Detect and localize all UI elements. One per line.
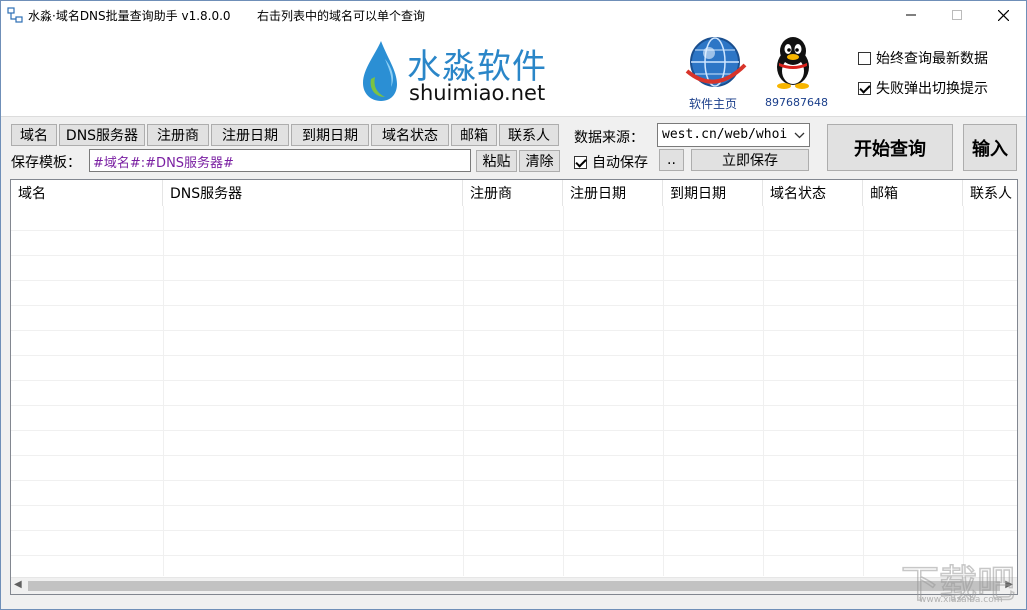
column-divider (763, 206, 764, 576)
input-button[interactable]: 输入 (963, 124, 1017, 171)
maximize-icon (952, 10, 962, 20)
column-divider (463, 206, 464, 576)
check-fail-prompt-label: 失败弹出切换提示 (876, 81, 988, 97)
auto-save-toggle[interactable]: 自动保存 (574, 152, 648, 172)
column-header-dns[interactable]: DNS服务器 (163, 180, 463, 206)
clear-button[interactable]: 清除 (519, 150, 560, 172)
table-row[interactable] (11, 456, 1017, 481)
table-row[interactable] (11, 206, 1017, 231)
title-hint: 右击列表中的域名可以单个查询 (257, 9, 426, 23)
column-header-email[interactable]: 邮箱 (863, 180, 963, 206)
close-button[interactable] (980, 1, 1026, 29)
column-divider (963, 206, 964, 576)
qq-number[interactable]: 897687648 (765, 96, 828, 109)
column-divider (563, 206, 564, 576)
table-header: 域名 DNS服务器 注册商 注册日期 到期日期 域名状态 邮箱 联系人 (11, 180, 1017, 206)
check-fail-prompt-checkbox[interactable] (858, 81, 871, 95)
column-header-exp-date[interactable]: 到期日期 (663, 180, 763, 206)
paste-button[interactable]: 粘贴 (476, 150, 517, 172)
field-button-registrar[interactable]: 注册商 (147, 124, 209, 146)
save-now-button[interactable]: 立即保存 (691, 149, 809, 171)
table-row[interactable] (11, 331, 1017, 356)
table-row[interactable] (11, 381, 1017, 406)
maximize-button[interactable] (934, 1, 980, 29)
scroll-left-icon[interactable]: ◀ (14, 579, 22, 590)
source-label: 数据来源： (574, 130, 644, 146)
field-button-email[interactable]: 邮箱 (451, 124, 497, 146)
auto-save-label: 自动保存 (592, 155, 648, 171)
homepage-label[interactable]: 软件主页 (689, 95, 737, 112)
column-header-registrar[interactable]: 注册商 (463, 180, 563, 206)
chevron-down-icon (794, 132, 805, 139)
check-latest-data[interactable]: 始终查询最新数据 (858, 48, 988, 68)
watermark-text: www.xiazaiba.com (919, 595, 1003, 605)
column-header-domain[interactable]: 域名 (11, 180, 163, 206)
check-fail-prompt[interactable]: 失败弹出切换提示 (858, 78, 988, 98)
close-icon (997, 9, 1009, 21)
column-divider (163, 206, 164, 576)
column-header-reg-date[interactable]: 注册日期 (563, 180, 663, 206)
table-row[interactable] (11, 531, 1017, 556)
horizontal-scrollbar[interactable]: ◀ ▶ (11, 577, 1017, 594)
minimize-icon (906, 14, 916, 16)
table-row[interactable] (11, 431, 1017, 456)
window-title: 水淼·域名DNS批量查询助手 v1.8.0.0 (28, 9, 231, 23)
minimize-button[interactable] (888, 1, 934, 29)
column-divider (863, 206, 864, 576)
table-row[interactable] (11, 256, 1017, 281)
header-banner: 水淼软件 shuimiao.net 软件主页 897687648 始终查询最新数… (1, 29, 1026, 117)
title-bar: 水淼·域名DNS批量查询助手 v1.8.0.0 右击列表中的域名可以单个查询 (1, 1, 1026, 29)
water-drop-logo-icon (363, 41, 397, 101)
field-button-domain[interactable]: 域名 (11, 124, 57, 146)
field-button-contact[interactable]: 联系人 (499, 124, 559, 146)
template-label: 保存模板： (11, 155, 81, 171)
browse-button[interactable]: .. (659, 149, 684, 171)
table-row[interactable] (11, 506, 1017, 531)
results-table[interactable]: 域名 DNS服务器 注册商 注册日期 到期日期 域名状态 邮箱 联系人 ◀ ▶ (10, 179, 1018, 595)
table-row[interactable] (11, 281, 1017, 306)
column-header-status[interactable]: 域名状态 (763, 180, 863, 206)
source-dropdown[interactable]: west.cn/web/whoi (657, 123, 810, 147)
source-value: west.cn/web/whoi (662, 127, 788, 142)
field-button-reg-date[interactable]: 注册日期 (211, 124, 289, 146)
field-button-exp-date[interactable]: 到期日期 (291, 124, 369, 146)
qq-penguin-icon[interactable] (769, 33, 817, 89)
auto-save-checkbox[interactable] (574, 155, 587, 169)
table-row[interactable] (11, 356, 1017, 381)
check-latest-label: 始终查询最新数据 (876, 51, 988, 67)
app-window: 水淼·域名DNS批量查询助手 v1.8.0.0 右击列表中的域名可以单个查询 水… (0, 0, 1027, 610)
table-row[interactable] (11, 306, 1017, 331)
globe-icon (685, 37, 747, 87)
app-icon (7, 7, 23, 23)
start-query-button[interactable]: 开始查询 (827, 124, 953, 171)
table-row[interactable] (11, 481, 1017, 506)
field-button-dns[interactable]: DNS服务器 (59, 124, 145, 146)
table-row[interactable] (11, 406, 1017, 431)
check-latest-checkbox[interactable] (858, 51, 871, 65)
template-input[interactable]: #域名#:#DNS服务器# (89, 149, 471, 172)
scrollbar-thumb[interactable] (28, 581, 1000, 591)
logo-domain: shuimiao.net (409, 81, 546, 105)
field-button-status[interactable]: 域名状态 (371, 124, 449, 146)
column-divider (663, 206, 664, 576)
column-header-contact[interactable]: 联系人 (963, 180, 1017, 206)
table-row[interactable] (11, 231, 1017, 256)
